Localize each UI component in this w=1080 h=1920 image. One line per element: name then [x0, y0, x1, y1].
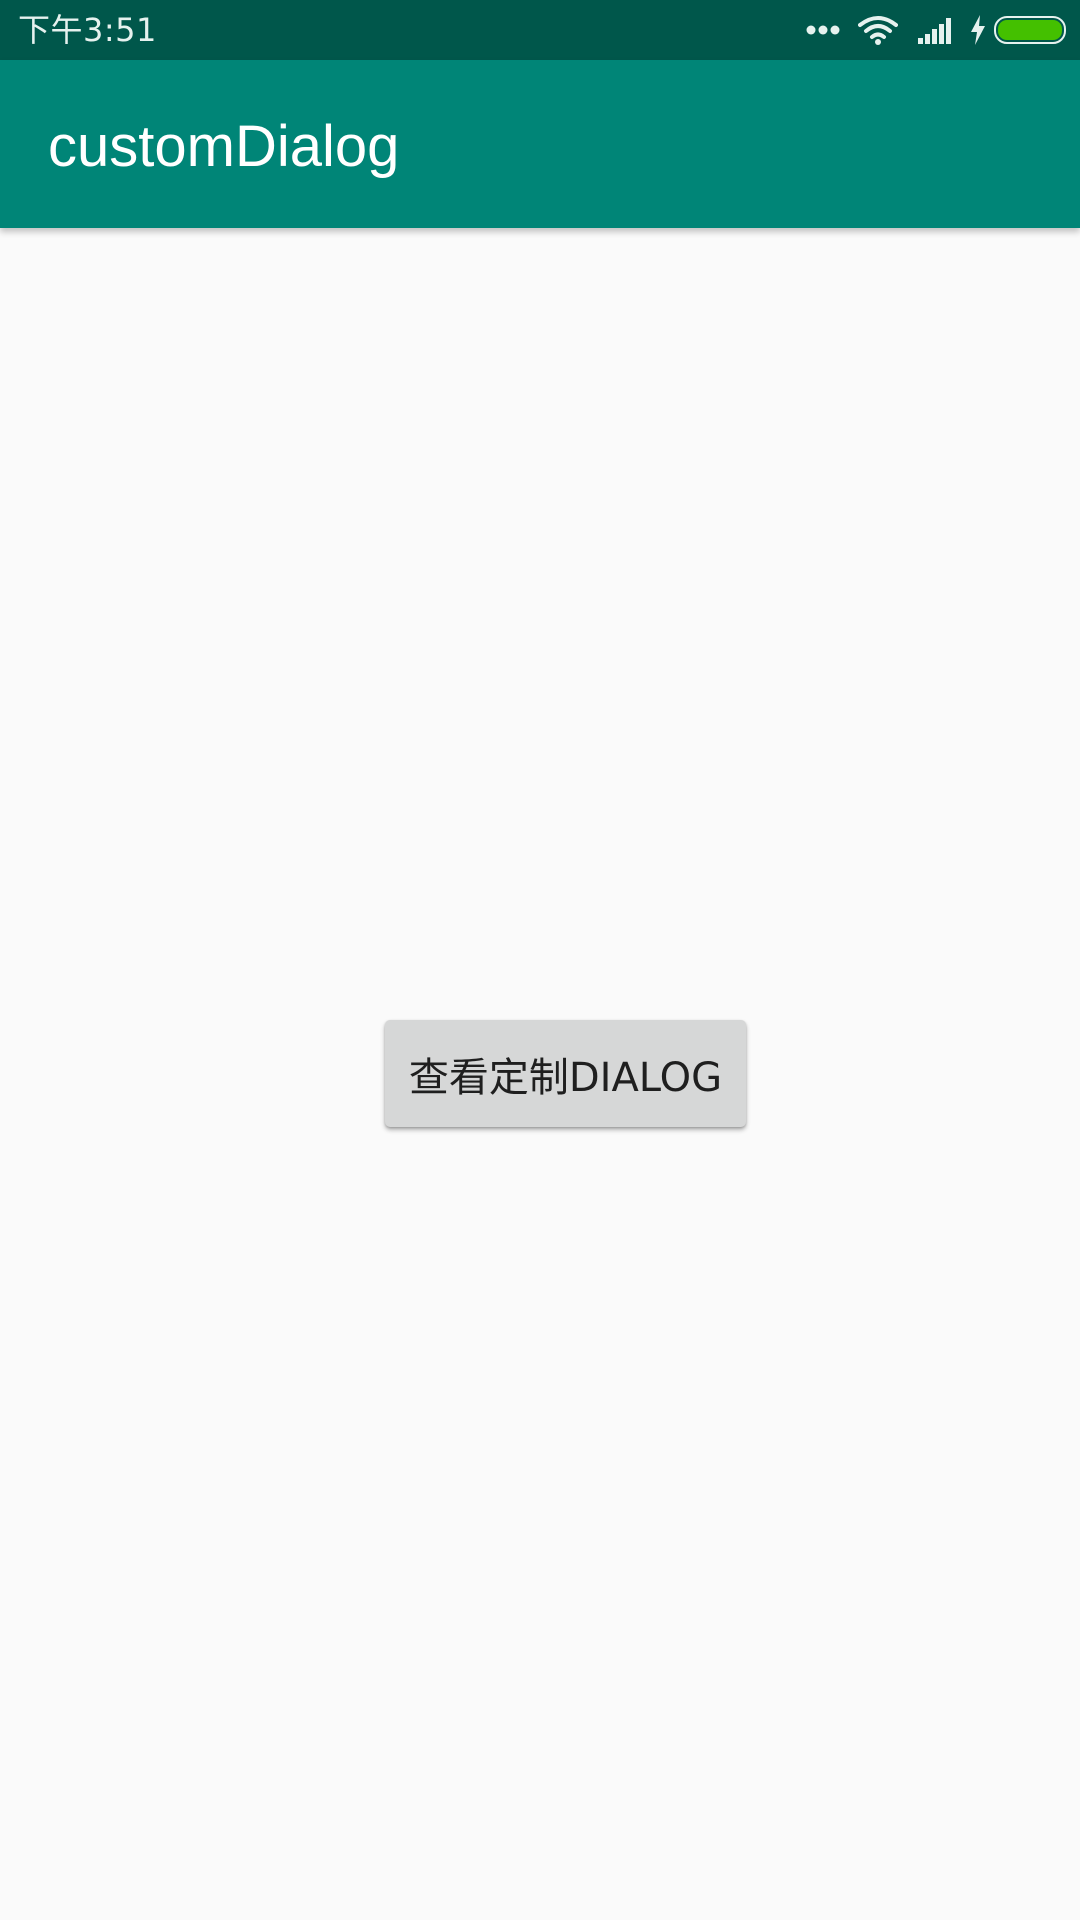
app-bar: customDialog	[0, 60, 1080, 228]
show-custom-dialog-button-label: 查看定制DIALOG	[408, 1054, 723, 1101]
status-bar: 下午3:51	[0, 0, 1080, 60]
status-time: 下午3:51	[18, 11, 157, 49]
charging-icon	[970, 15, 986, 45]
app-title: customDialog	[48, 114, 400, 179]
main-content: 查看定制DIALOG	[0, 228, 1080, 1920]
show-custom-dialog-button[interactable]: 查看定制DIALOG	[385, 1020, 746, 1127]
battery-icon	[994, 16, 1066, 44]
status-icons	[806, 0, 1066, 60]
signal-icon	[918, 16, 956, 44]
wifi-icon	[858, 15, 898, 45]
more-dots-icon	[806, 25, 840, 35]
